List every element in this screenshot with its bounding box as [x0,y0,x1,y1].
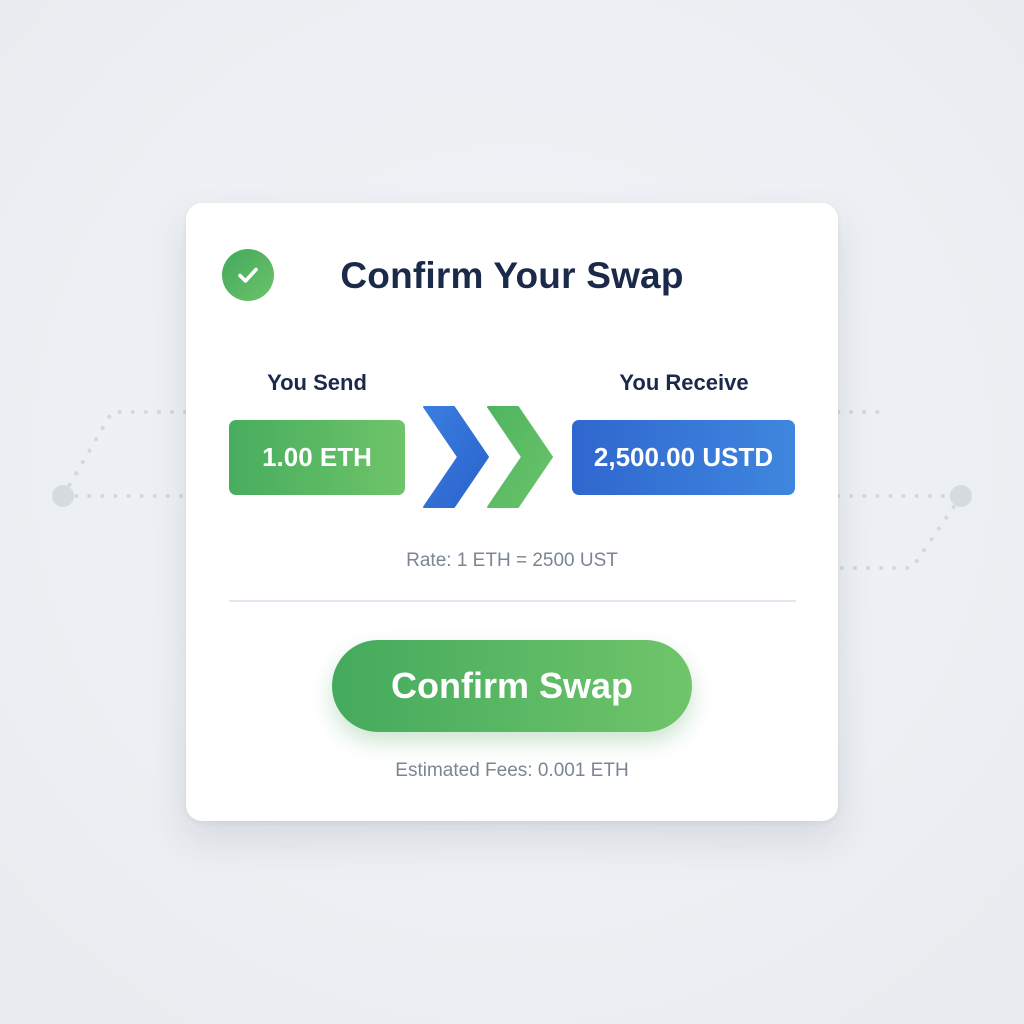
divider [229,600,796,602]
receive-amount-box: 2,500.00 USTD [572,420,795,495]
swap-confirmation-card: Confirm Your Swap You Send You Receive 1… [186,203,838,821]
receive-label: You Receive [619,370,749,395]
double-chevron-right-icon [423,406,553,508]
exchange-rate-text: Rate: 1 ETH = 2500 UST [406,550,618,571]
send-amount-box: 1.00 ETH [229,420,405,495]
send-amount-value: 1.00 ETH [262,442,372,472]
confirm-swap-button[interactable]: Confirm Swap [332,640,692,732]
dialog-title: Confirm Your Swap [340,255,684,296]
estimated-fees-text: Estimated Fees: 0.001 ETH [395,760,629,781]
send-label: You Send [267,370,367,395]
confirm-swap-button-label: Confirm Swap [390,665,633,706]
receive-amount-value: 2,500.00 USTD [593,442,774,472]
